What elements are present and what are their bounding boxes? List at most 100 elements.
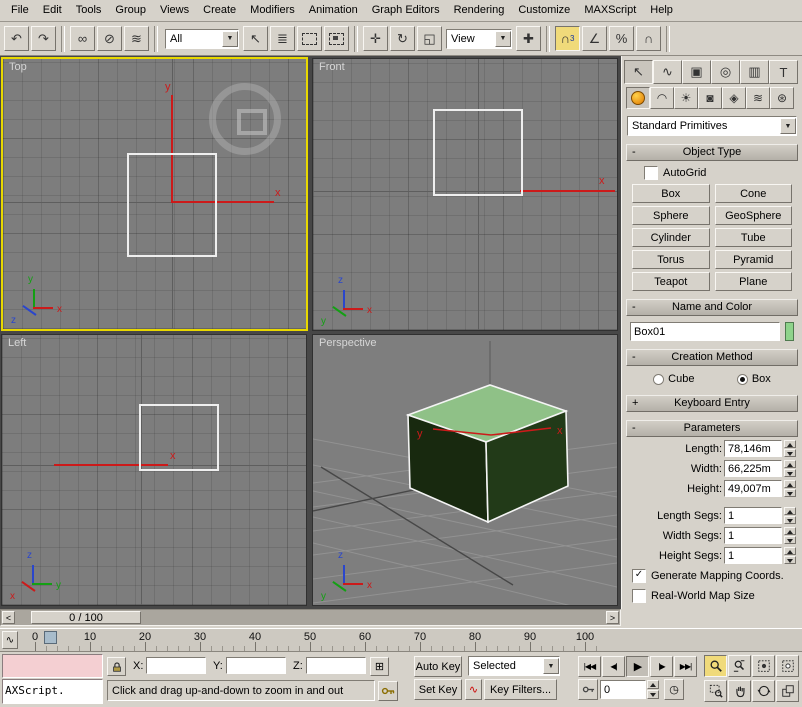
go-to-start-button[interactable]: |◀◀	[578, 656, 601, 677]
box-radio[interactable]: Box	[737, 371, 771, 387]
keyboard-override-toggle-button[interactable]	[378, 681, 398, 701]
spinner-up-icon[interactable]	[784, 480, 796, 488]
height-spinner[interactable]	[784, 480, 796, 497]
maxscript-listener-output[interactable]: AXScript.	[2, 679, 103, 704]
real-world-checkbox[interactable]	[632, 589, 646, 603]
width-spinner[interactable]	[784, 460, 796, 477]
object-color-swatch[interactable]	[785, 322, 794, 341]
cylinder-button[interactable]: Cylinder	[632, 228, 710, 247]
height-segs-input[interactable]	[724, 547, 782, 564]
spinner-up-icon[interactable]	[784, 527, 796, 535]
rollout-creation-method[interactable]: -Creation Method	[626, 349, 798, 366]
auto-key-button[interactable]: Auto Key	[414, 656, 462, 677]
rollout-keyboard-entry[interactable]: +Keyboard Entry	[626, 395, 798, 412]
cone-button[interactable]: Cone	[715, 184, 793, 203]
default-tangent-button[interactable]: ∿	[465, 679, 482, 700]
pan-button[interactable]	[728, 680, 751, 702]
track-bar[interactable]: ∿ 0 10 20 30 40 50 60 70 80 90 100	[0, 628, 802, 652]
go-to-end-button[interactable]: ▶▶|	[674, 656, 697, 677]
primitive-category-dropdown[interactable]: Standard Primitives ▼	[627, 116, 797, 136]
select-object-button[interactable]: ↖	[243, 26, 268, 51]
menu-customize[interactable]: Customize	[511, 0, 577, 21]
chevron-down-icon[interactable]: ▼	[495, 31, 511, 47]
spinner-down-icon[interactable]	[784, 516, 796, 524]
spinner-down-icon[interactable]	[784, 536, 796, 544]
zoom-extents-all-button[interactable]	[776, 655, 799, 677]
plane-button[interactable]: Plane	[715, 272, 793, 291]
spinner-snap-toggle-button[interactable]: ∩	[636, 26, 661, 51]
previous-frame-button[interactable]: ◀|	[602, 656, 625, 677]
select-and-scale-button[interactable]: ◱	[417, 26, 442, 51]
bind-to-space-warp-button[interactable]: ≋	[124, 26, 149, 51]
key-mode-toggle-button[interactable]	[578, 679, 598, 700]
x-coord-input[interactable]	[146, 657, 206, 674]
spinner-up-icon[interactable]	[784, 440, 796, 448]
trackbar-frame-marker[interactable]	[44, 631, 57, 644]
zoom-extents-button[interactable]	[752, 655, 775, 677]
width-segs-input[interactable]	[724, 527, 782, 544]
select-and-move-button[interactable]: ✛	[363, 26, 388, 51]
torus-button[interactable]: Torus	[632, 250, 710, 269]
current-frame-input[interactable]	[600, 680, 646, 699]
height-input[interactable]	[724, 480, 782, 497]
chevron-down-icon[interactable]: ▼	[222, 31, 238, 47]
menu-rendering[interactable]: Rendering	[447, 0, 512, 21]
length-spinner[interactable]	[784, 440, 796, 457]
length-segs-spinner[interactable]	[784, 507, 796, 524]
zoom-all-button[interactable]	[728, 655, 751, 677]
tab-create[interactable]: ↖	[624, 60, 653, 84]
select-by-name-button[interactable]: ≣	[270, 26, 295, 51]
key-filter-dropdown[interactable]: Selected ▼	[468, 656, 560, 676]
menu-edit[interactable]: Edit	[36, 0, 69, 21]
category-shapes[interactable]: ◠	[650, 87, 674, 109]
time-slider-prev-button[interactable]: <	[2, 611, 15, 624]
cube-radio[interactable]: Cube	[653, 371, 694, 387]
reference-coordinate-system-dropdown[interactable]: View ▼	[446, 29, 512, 49]
menu-views[interactable]: Views	[153, 0, 196, 21]
redo-button[interactable]: ↷	[31, 26, 56, 51]
menu-file[interactable]: File	[4, 0, 36, 21]
absolute-offset-toggle-button[interactable]: ⊞	[370, 657, 389, 676]
tab-hierarchy[interactable]: ▣	[682, 60, 711, 84]
sphere-button[interactable]: Sphere	[632, 206, 710, 225]
spinner-up-icon[interactable]	[784, 507, 796, 515]
viewport-left[interactable]: Left x z y x	[1, 334, 307, 606]
spinner-up-icon[interactable]	[784, 460, 796, 468]
spinner-down-icon[interactable]	[784, 469, 796, 477]
tab-motion[interactable]: ◎	[711, 60, 740, 84]
menu-group[interactable]: Group	[108, 0, 153, 21]
width-input[interactable]	[724, 460, 782, 477]
spinner-down-icon[interactable]	[784, 489, 796, 497]
spinner-down-icon[interactable]	[647, 690, 659, 699]
select-and-manipulate-button[interactable]: ✚	[516, 26, 541, 51]
chevron-down-icon[interactable]: ▼	[780, 118, 796, 134]
tab-utilities[interactable]: T	[769, 60, 798, 84]
autogrid-checkbox[interactable]	[644, 166, 658, 180]
play-button[interactable]: ▶	[626, 656, 649, 677]
angle-snap-toggle-button[interactable]: ∠	[582, 26, 607, 51]
menu-help[interactable]: Help	[643, 0, 680, 21]
box-button[interactable]: Box	[632, 184, 710, 203]
object-name-input[interactable]	[630, 322, 780, 341]
chevron-down-icon[interactable]: ▼	[543, 658, 559, 674]
width-segs-spinner[interactable]	[784, 527, 796, 544]
category-helpers[interactable]: ◈	[722, 87, 746, 109]
snaps-toggle-button[interactable]: ∩3	[555, 26, 580, 51]
time-slider-handle[interactable]: 0 / 100	[31, 611, 141, 624]
viewport-perspective[interactable]: y x Perspective z x y	[312, 334, 618, 606]
mini-curve-editor-button[interactable]: ∿	[2, 631, 18, 649]
category-cameras[interactable]: ◙	[698, 87, 722, 109]
time-slider-next-button[interactable]: >	[606, 611, 619, 624]
key-filters-button[interactable]: Key Filters...	[484, 679, 557, 700]
spinner-down-icon[interactable]	[784, 556, 796, 564]
viewport-top[interactable]: Top y x y x z	[1, 57, 308, 331]
region-zoom-button[interactable]	[704, 680, 727, 702]
rectangular-selection-region-button[interactable]	[297, 26, 322, 51]
maximize-viewport-toggle-button[interactable]	[776, 680, 799, 702]
menu-graph-editors[interactable]: Graph Editors	[365, 0, 447, 21]
spinner-up-icon[interactable]	[784, 547, 796, 555]
rollout-name-and-color[interactable]: -Name and Color	[626, 299, 798, 316]
undo-button[interactable]: ↶	[4, 26, 29, 51]
rollout-parameters[interactable]: -Parameters	[626, 420, 798, 437]
length-input[interactable]	[724, 440, 782, 457]
